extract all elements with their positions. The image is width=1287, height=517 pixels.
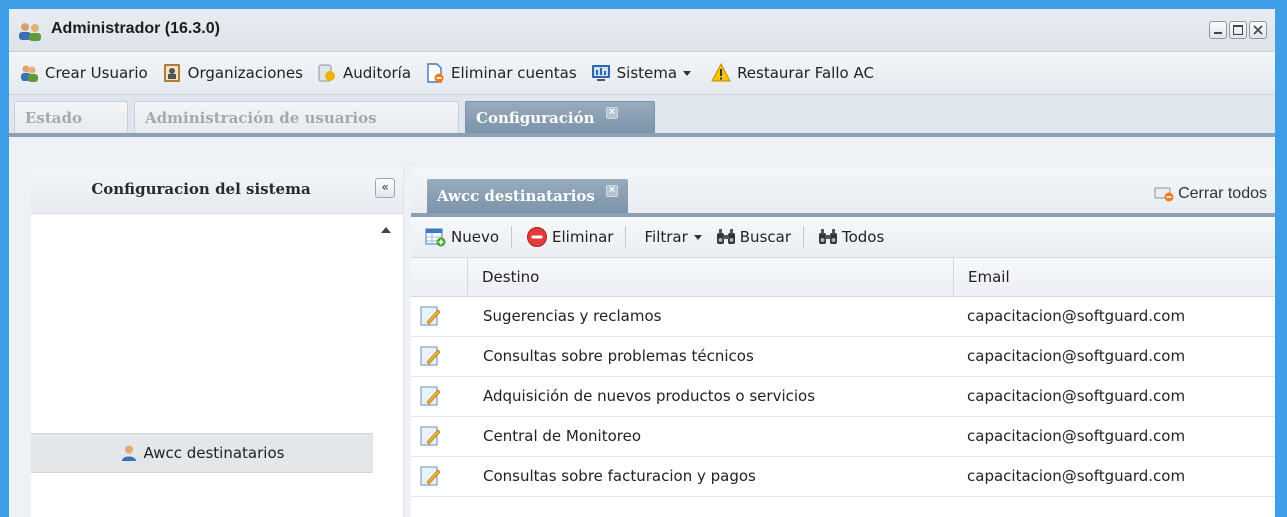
email-cell: capacitacion@softguard.com [967, 347, 1186, 365]
table-row[interactable]: Adquisición de nuevos productos o servic… [411, 377, 1275, 417]
column-header-label: Email [968, 268, 1010, 286]
system-menu-button[interactable]: Sistema [591, 63, 692, 83]
grid-toolbar: Nuevo Eliminar Filtrar Buscar Todos [411, 217, 1275, 258]
warning-icon [711, 63, 731, 82]
search-label: Buscar [739, 228, 791, 246]
scroll-up-icon[interactable] [381, 227, 391, 233]
sidebar-item-label: Awcc destinatarios [143, 444, 285, 462]
main-tabs: Estado Administración de usuarios Config… [9, 95, 1275, 137]
system-icon [591, 65, 610, 81]
edit-icon[interactable] [419, 345, 441, 367]
delete-accounts-label: Eliminar cuentas [451, 64, 577, 82]
email-cell: capacitacion@softguard.com [967, 387, 1186, 405]
toolbar-separator [625, 226, 627, 248]
binoculars-icon [716, 229, 735, 244]
panel-title: Configuracion del sistema [91, 180, 311, 198]
destino-cell: Sugerencias y reclamos [483, 307, 662, 325]
organizations-label: Organizaciones [187, 64, 303, 82]
edit-icon[interactable] [419, 465, 441, 487]
toolbar-separator [802, 226, 804, 248]
close-all-label: Cerrar todos [1178, 185, 1267, 202]
organization-icon [163, 64, 180, 82]
window-title: Administrador (16.3.0) [51, 20, 220, 37]
delete-accounts-icon [427, 63, 444, 83]
sidebar-item-awcc-recipients[interactable]: Awcc destinatarios [31, 433, 373, 473]
grid-header: Destino Email [411, 258, 1275, 297]
close-icon[interactable]: × [605, 107, 618, 119]
filter-menu-button[interactable]: Filtrar [640, 228, 702, 246]
delete-icon [527, 227, 548, 247]
email-cell: capacitacion@softguard.com [967, 307, 1186, 325]
tab-user-administration-label: Administración de usuarios [145, 109, 377, 127]
destino-cell: Consultas sobre problemas técnicos [483, 347, 754, 365]
double-chevron-left-icon: « [381, 180, 389, 194]
close-all-button[interactable]: Cerrar todos [1154, 185, 1267, 203]
close-icon[interactable] [1249, 21, 1267, 39]
sub-tabs: Awcc destinatarios × Cerrar todos [411, 167, 1275, 217]
organizations-button[interactable]: Organizaciones [162, 63, 303, 83]
tab-estado[interactable]: Estado [14, 101, 128, 133]
email-cell: capacitacion@softguard.com [967, 467, 1186, 485]
tab-user-administration[interactable]: Administración de usuarios [134, 101, 459, 133]
delete-button[interactable]: Eliminar [526, 226, 613, 248]
edit-icon[interactable] [419, 305, 441, 327]
tab-awcc-recipients[interactable]: Awcc destinatarios × [427, 179, 629, 213]
minimize-icon[interactable] [1209, 21, 1227, 39]
users-icon [21, 65, 38, 82]
table-row[interactable]: Consultas sobre problemas técnicos capac… [411, 337, 1275, 377]
audit-label: Auditoría [342, 64, 412, 82]
chevron-down-icon [693, 234, 702, 240]
table-row[interactable]: Sugerencias y reclamos capacitacion@soft… [411, 297, 1275, 337]
create-user-button[interactable]: Crear Usuario [19, 63, 148, 83]
table-row[interactable]: Consultas sobre facturacion y pagos capa… [411, 457, 1275, 497]
close-all-icon [1154, 187, 1174, 202]
edit-icon[interactable] [419, 385, 441, 407]
edit-icon[interactable] [419, 425, 441, 447]
binoculars-icon [818, 229, 837, 244]
delete-label: Eliminar [552, 228, 614, 246]
main-toolbar: Crear Usuario Organizaciones Auditoría E… [9, 52, 1275, 95]
restore-ac-failure-label: Restaurar Fallo AC [737, 64, 874, 82]
audit-icon [318, 64, 335, 82]
toolbar-separator [511, 226, 513, 248]
add-record-icon [425, 228, 446, 247]
destino-cell: Central de Monitoreo [483, 427, 641, 445]
column-header-destino[interactable]: Destino [467, 258, 953, 296]
awcc-recipients-panel: Awcc destinatarios × Cerrar todos Nuevo … [411, 167, 1275, 517]
window-controls [1209, 21, 1267, 39]
admin-window: Administrador (16.3.0) Crear Usuario Org… [9, 9, 1275, 517]
system-config-panel: Configuracion del sistema « Awcc destina… [31, 167, 404, 517]
recipients-grid: Destino Email Sugerencias y reclamos cap… [411, 258, 1275, 497]
column-header-email[interactable]: Email [953, 258, 1275, 296]
table-row[interactable]: Central de Monitoreo capacitacion@softgu… [411, 417, 1275, 457]
column-header-label: Destino [482, 268, 540, 286]
system-label: Sistema [616, 64, 678, 82]
create-user-label: Crear Usuario [45, 64, 148, 82]
tab-configuracion[interactable]: Configuración × [465, 101, 655, 133]
close-icon[interactable]: × [606, 185, 619, 197]
restore-ac-failure-button[interactable]: Restaurar Fallo AC [711, 63, 874, 83]
delete-accounts-button[interactable]: Eliminar cuentas [425, 63, 577, 83]
new-label: Nuevo [451, 228, 500, 246]
tab-estado-label: Estado [25, 109, 83, 127]
tab-configuracion-label: Configuración [476, 109, 595, 127]
tab-awcc-recipients-label: Awcc destinatarios [437, 187, 595, 205]
user-icon [121, 445, 136, 461]
all-label: Todos [841, 228, 885, 246]
destino-cell: Adquisición de nuevos productos o servic… [483, 387, 816, 405]
all-button[interactable]: Todos [818, 228, 884, 246]
chevron-down-icon [683, 70, 692, 76]
search-button[interactable]: Buscar [716, 228, 791, 246]
users-icon [19, 23, 41, 41]
collapse-panel-button[interactable]: « [375, 178, 395, 198]
destino-cell: Consultas sobre facturacion y pagos [483, 467, 756, 485]
title-bar: Administrador (16.3.0) [9, 9, 1275, 52]
panel-header: Configuracion del sistema « [31, 167, 403, 214]
audit-button[interactable]: Auditoría [317, 63, 411, 83]
new-button[interactable]: Nuevo [425, 227, 499, 247]
email-cell: capacitacion@softguard.com [967, 427, 1186, 445]
maximize-icon[interactable] [1229, 21, 1247, 39]
filter-label: Filtrar [644, 228, 688, 246]
